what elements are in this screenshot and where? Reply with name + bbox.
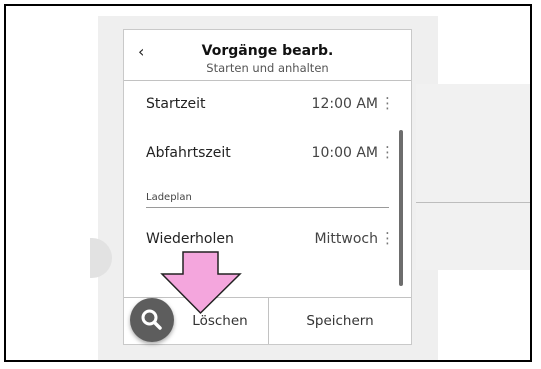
more-vert-icon[interactable]: ⋮ [380, 94, 395, 112]
row-repeat[interactable]: Wiederholen Mittwoch ⋮ [146, 228, 396, 252]
page-title: Vorgänge bearb. [201, 43, 334, 59]
row-label: Abfahrtszeit [146, 145, 231, 161]
row-label: Wiederholen [146, 231, 234, 247]
row-value: 10:00 AM [311, 145, 378, 161]
section-label: Ladeplan [146, 192, 192, 203]
row-label: Startzeit [146, 96, 206, 112]
page-subtitle: Starten und anhalten [206, 61, 329, 75]
row-value: Mittwoch [314, 231, 378, 247]
row-departure-time[interactable]: Abfahrtszeit 10:00 AM ⋮ [146, 142, 396, 166]
background-strip-line [416, 202, 530, 203]
save-button[interactable]: Speichern [269, 298, 411, 344]
section-divider [146, 207, 389, 208]
row-start-time[interactable]: Startzeit 12:00 AM ⋮ [146, 93, 396, 117]
scrollbar[interactable] [399, 130, 403, 286]
more-vert-icon[interactable]: ⋮ [380, 143, 395, 161]
row-value: 12:00 AM [311, 96, 378, 112]
header-divider [124, 80, 411, 81]
down-arrow-icon [160, 251, 242, 315]
more-vert-icon[interactable]: ⋮ [380, 229, 395, 247]
background-strip [416, 84, 530, 270]
